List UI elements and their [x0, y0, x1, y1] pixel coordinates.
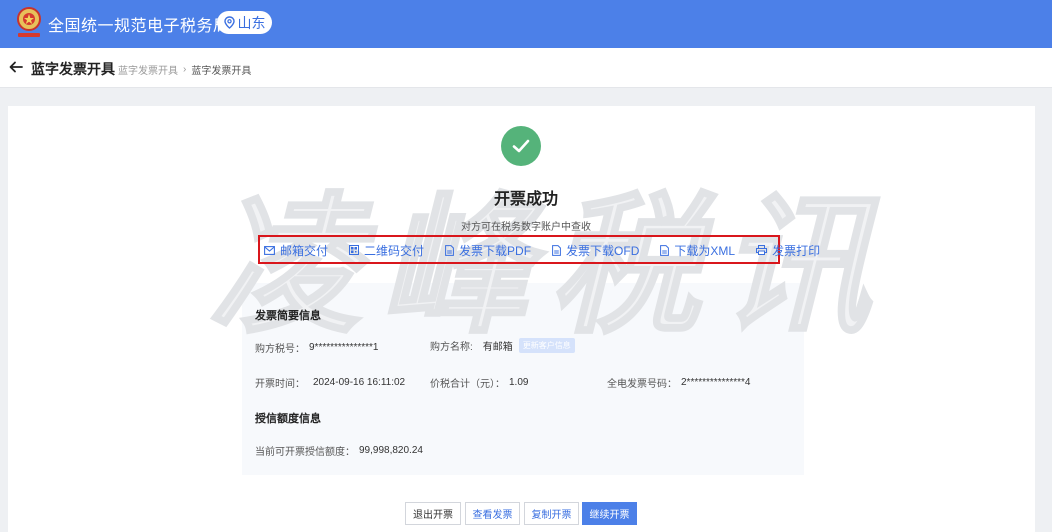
- action-label: 发票下载OFD: [566, 243, 640, 258]
- breadcrumb-item-parent[interactable]: 蓝字发票开具: [118, 62, 178, 77]
- site-title: 全国统一规范电子税务局: [48, 18, 230, 35]
- breadcrumb: 蓝字发票开具 › 蓝字发票开具: [118, 62, 251, 77]
- buyer-tax-id-row: 购方税号： 9***************1: [255, 340, 379, 355]
- download-ofd-button[interactable]: 发票下载OFD: [552, 242, 639, 259]
- national-emblem-icon: [17, 7, 41, 37]
- action-label: 二维码交付: [364, 243, 425, 258]
- print-invoice-button[interactable]: 发票打印: [756, 242, 820, 259]
- invoice-number-label: 全电发票号码：: [607, 379, 677, 390]
- email-delivery-button[interactable]: 邮箱交付: [264, 242, 328, 259]
- invoice-number-value: 2***************4: [681, 377, 751, 388]
- document-icon: [552, 244, 561, 256]
- issue-time-value: 2024-09-16 16:11:02: [313, 377, 406, 388]
- document-icon: [660, 244, 670, 256]
- action-label: 下载为XML: [674, 243, 736, 258]
- total-label: 价税合计（元）：: [430, 379, 505, 390]
- action-label: 邮箱交付: [280, 243, 329, 258]
- region-label: 山东: [237, 14, 266, 31]
- page-title: 蓝字发票开具: [31, 61, 115, 77]
- location-pin-icon: [223, 16, 235, 29]
- continue-invoicing-button[interactable]: 继续开票: [582, 502, 637, 525]
- update-customer-button[interactable]: 更新客户信息: [518, 338, 575, 353]
- document-icon: [445, 244, 454, 256]
- download-pdf-button[interactable]: 发票下载PDF: [445, 242, 531, 259]
- region-selector[interactable]: 山东: [217, 11, 272, 34]
- download-xml-button[interactable]: 下载为XML: [660, 242, 735, 259]
- buyer-tax-id-label: 购方税号：: [255, 344, 305, 355]
- qrcode-delivery-button[interactable]: 二维码交付: [349, 242, 424, 259]
- buyer-name-row: 购方名称: 有邮箱 更新客户信息: [430, 338, 575, 353]
- success-title: 开票成功: [493, 191, 558, 208]
- back-arrow-icon[interactable]: [8, 59, 24, 75]
- copy-invoice-button[interactable]: 复制开票: [524, 502, 579, 525]
- mail-icon: [264, 245, 275, 255]
- printer-icon: [756, 245, 768, 255]
- invoice-number-row: 全电发票号码： 2***************4: [607, 375, 751, 390]
- credit-available-row: 当前可开票授信额度： 99,998,820.24: [255, 443, 423, 458]
- credit-available-label: 当前可开票授信额度：: [255, 447, 355, 458]
- action-label: 发票下载PDF: [459, 243, 532, 258]
- chevron-right-icon: ›: [183, 64, 187, 75]
- qrcode-icon: [349, 245, 360, 255]
- credit-heading: 授信额度信息: [255, 413, 321, 425]
- success-check-icon: [501, 126, 541, 166]
- credit-available-value: 99,998,820.24: [359, 445, 423, 456]
- total-row: 价税合计（元）： 1.09: [430, 375, 528, 390]
- action-label: 发票打印: [772, 243, 821, 258]
- issue-time-row: 开票时间： 2024-09-16 16:11:02: [255, 375, 405, 390]
- issue-time-label: 开票时间：: [255, 379, 305, 390]
- buyer-name-value: 有邮箱: [482, 342, 513, 353]
- page-header: 蓝字发票开具 蓝字发票开具 › 蓝字发票开具: [0, 48, 1052, 88]
- breadcrumb-item-current: 蓝字发票开具: [191, 66, 252, 77]
- total-value: 1.09: [509, 377, 529, 388]
- top-header: 全国统一规范电子税务局 山东: [0, 0, 1052, 48]
- success-subtitle: 对方可在税务数字账户中查收: [461, 222, 591, 233]
- exit-invoicing-button[interactable]: 退出开票: [405, 502, 461, 525]
- buyer-tax-id-value: 9***************1: [309, 342, 379, 353]
- view-invoice-button[interactable]: 查看发票: [465, 502, 520, 525]
- invoice-summary-heading: 发票简要信息: [255, 310, 321, 322]
- delivery-actions: 邮箱交付 二维码交付 发票下载PDF 发票下载OFD 下载为XML 发票打印: [264, 242, 820, 258]
- buyer-name-label: 购方名称:: [430, 342, 473, 353]
